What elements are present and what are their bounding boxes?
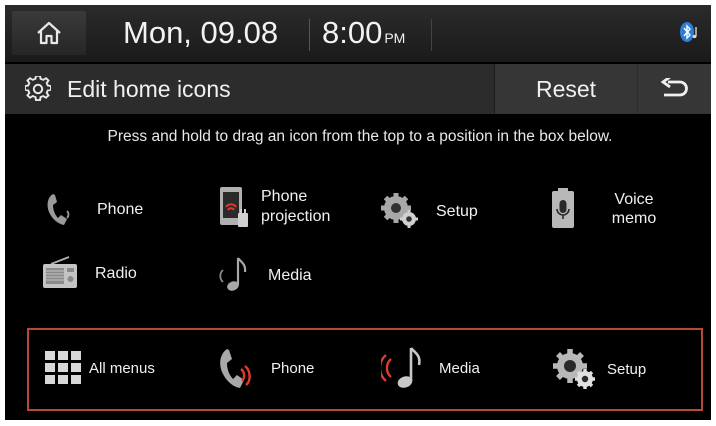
home-icon-option-radio[interactable]: Radio <box>41 256 137 290</box>
bluetooth-audio-icon <box>680 22 697 42</box>
icon-label: Setup <box>436 202 478 220</box>
phone-projection-icon <box>220 187 248 227</box>
page-title: Edit home icons <box>67 76 231 102</box>
time-value: 8:00 <box>322 15 383 50</box>
phone-icon <box>47 194 70 225</box>
reset-button[interactable]: Reset <box>494 64 637 114</box>
home-icon-option-setup[interactable]: Setup <box>380 192 478 230</box>
screen: Mon, 09.08 8:00PM Edit home icons Reset <box>5 5 711 420</box>
home-icon-option-voice-memo[interactable]: Voice memo <box>550 188 664 230</box>
home-icon-option-phone[interactable]: Phone <box>43 191 143 227</box>
icon-label: Radio <box>95 264 137 282</box>
icon-label: Voice memo <box>611 191 657 227</box>
phone-icon <box>220 349 251 388</box>
setup-gear-icon <box>553 349 595 389</box>
label-stack: Phone projection <box>261 187 351 227</box>
back-button[interactable] <box>638 64 711 114</box>
ampm-indicator: PM <box>384 30 406 46</box>
title-bar: Edit home icons Reset <box>5 64 711 114</box>
dock-slot-setup[interactable]: Setup <box>551 347 646 391</box>
dock-label: All menus <box>89 359 155 377</box>
radio-icon <box>43 256 77 288</box>
home-icon-option-phone-projection[interactable]: Phone projection <box>217 185 351 229</box>
icon-label: Phone <box>97 200 144 218</box>
status-bar: Mon, 09.08 8:00 PM <box>5 5 711 62</box>
settings-gear-icon <box>25 76 51 101</box>
date-display: Mon, 09.08 <box>123 15 279 50</box>
dock-slot-media[interactable]: Media <box>381 345 480 391</box>
dock-label: Setup <box>607 360 647 378</box>
dock-label: Phone <box>271 359 315 377</box>
dock-slot-all-menus[interactable]: All menus <box>45 351 155 385</box>
setup-gear-icon <box>381 193 418 228</box>
home-icon-option-media[interactable]: Media <box>216 256 312 294</box>
time-display: 8:00 PM <box>322 13 405 58</box>
divider <box>309 19 310 51</box>
all-menus-grid-icon <box>45 351 81 384</box>
home-button[interactable] <box>12 11 86 55</box>
music-note-icon <box>381 347 421 388</box>
icon-label: Media <box>268 266 312 284</box>
music-note-icon <box>219 257 247 291</box>
home-icon <box>37 21 61 45</box>
icon-label: Phone projection <box>261 188 331 225</box>
voice-memo-icon <box>552 188 574 228</box>
home-icon-dock: All menus Phone Media Setup <box>27 328 703 411</box>
divider <box>431 19 432 51</box>
dock-label: Media <box>439 359 480 377</box>
dock-slot-phone[interactable]: Phone <box>215 345 314 391</box>
instruction-text: Press and hold to drag an icon from the … <box>107 128 613 145</box>
back-arrow-icon <box>660 78 688 97</box>
